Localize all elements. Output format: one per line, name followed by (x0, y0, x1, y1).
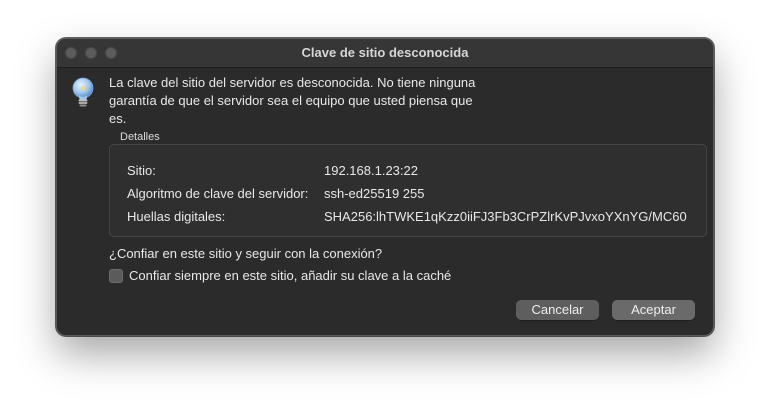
fingerprint-label: Huellas digitales: (127, 209, 226, 224)
key-algorithm-value: ssh-ed25519 255 (324, 186, 425, 201)
warning-message: La clave del sitio del servidor es desco… (109, 74, 509, 128)
desktop-background: Clave de sitio desconocida La clave del … (0, 0, 769, 409)
title-bar: Clave de sitio desconocida (57, 39, 713, 68)
trust-question: ¿Confiar en este sitio y seguir con la c… (109, 246, 383, 261)
site-label: Sitio: (127, 163, 156, 178)
details-group: Sitio: 192.168.1.23:22 Algoritmo de clav… (109, 144, 707, 237)
trust-always-label[interactable]: Confiar siempre en este sitio, añadir su… (129, 268, 451, 283)
message-line: garantía de que el servidor sea el equip… (109, 93, 473, 108)
site-value: 192.168.1.23:22 (324, 163, 418, 178)
details-group-label: Detalles (120, 131, 160, 143)
trust-always-checkbox[interactable] (109, 269, 123, 283)
accept-button[interactable]: Aceptar (612, 300, 695, 320)
lightbulb-icon (72, 77, 94, 107)
window-title: Clave de sitio desconocida (301, 45, 469, 60)
dialog-window: Clave de sitio desconocida La clave del … (56, 38, 714, 336)
fingerprint-value: SHA256:lhTWKE1qKzz0iiFJ3Fb3CrPZlrKvPJvxo… (324, 209, 687, 224)
message-line: es. (109, 111, 127, 126)
cancel-button[interactable]: Cancelar (516, 300, 599, 320)
key-algorithm-label: Algoritmo de clave del servidor: (127, 186, 309, 201)
message-line: La clave del sitio del servidor es desco… (109, 75, 476, 90)
